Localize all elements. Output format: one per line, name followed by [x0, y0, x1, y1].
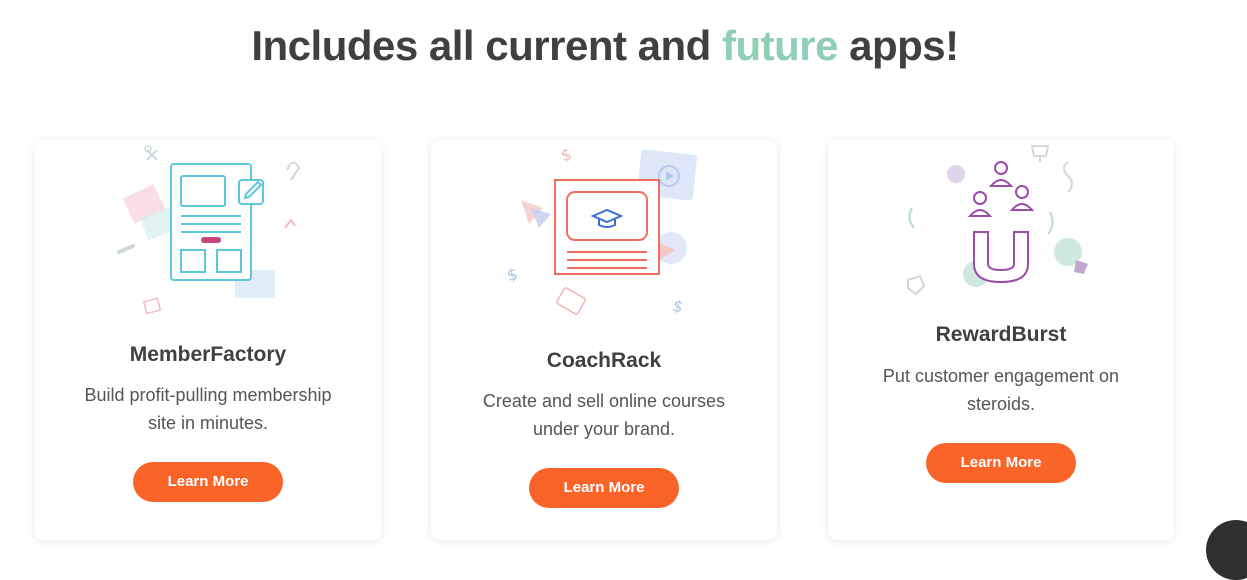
- online-course-illustration: $ $ $: [505, 144, 697, 317]
- app-description: Build profit-pulling membership site in …: [84, 385, 332, 433]
- title-text-end: apps!: [837, 22, 959, 69]
- title-accent-word: future: [721, 22, 839, 69]
- svg-text:$: $: [505, 264, 520, 285]
- app-description: Put customer engagement on steroids.: [882, 366, 1120, 414]
- learn-more-button[interactable]: Learn More: [529, 468, 679, 508]
- app-title: RewardBurst: [935, 323, 1067, 346]
- app-title: CoachRack: [546, 349, 662, 372]
- title-text: Includes all current and: [251, 22, 722, 69]
- app-title: MemberFactory: [129, 343, 287, 366]
- svg-text:$: $: [671, 296, 686, 317]
- customer-magnet-illustration: [907, 145, 1088, 296]
- app-card-coachrack: $ $ $ CoachRack Create and sell online c…: [431, 140, 777, 540]
- membership-site-illustration: [117, 145, 301, 315]
- learn-more-button[interactable]: Learn More: [926, 443, 1076, 483]
- chat-widget-button[interactable]: [1206, 520, 1247, 580]
- app-card-rewardburst: RewardBurst Put customer engagement on s…: [828, 140, 1174, 540]
- learn-more-button[interactable]: Learn More: [133, 462, 283, 502]
- app-card-memberfactory: MemberFactory Build profit-pulling membe…: [35, 140, 381, 540]
- page-title: Includes all current and future apps!: [0, 22, 1210, 70]
- app-description: Create and sell online courses under you…: [482, 391, 726, 439]
- svg-text:$: $: [559, 144, 574, 165]
